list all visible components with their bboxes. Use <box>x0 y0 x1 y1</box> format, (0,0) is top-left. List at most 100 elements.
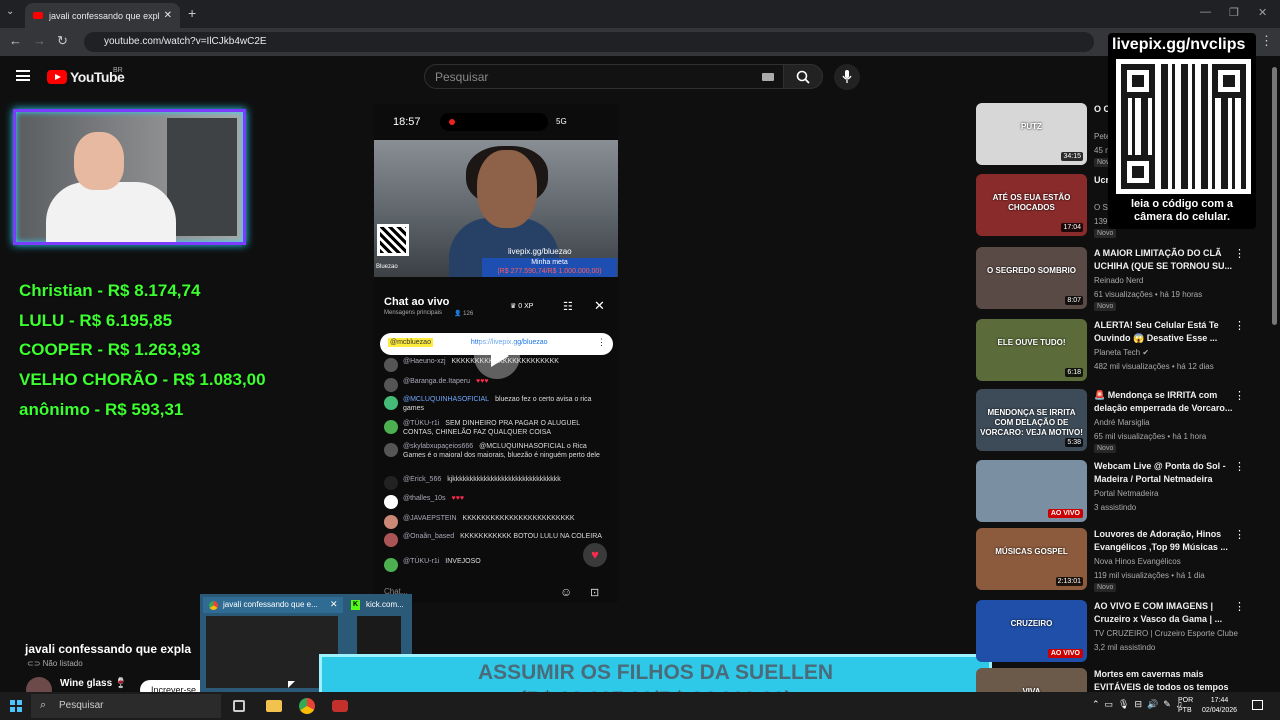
chrome-taskbar-icon[interactable] <box>299 698 315 714</box>
video-thumbnail[interactable]: ELE OUVE TUDO! 6:18 <box>976 319 1087 381</box>
live-badge: AO VIVO <box>1047 649 1083 658</box>
file-explorer-icon[interactable] <box>266 700 282 712</box>
goal-value: (R$ 277.590,74/R$ 1.000.000,00) <box>497 268 602 275</box>
more-actions-icon[interactable]: ⋮ <box>1234 528 1245 541</box>
page-scrollbar[interactable] <box>1272 67 1277 325</box>
microphone-icon <box>842 70 852 83</box>
search-button[interactable] <box>783 64 823 89</box>
recommendation-item[interactable]: ELE OUVE TUDO! 6:18 ALERTA! Seu Celular Es… <box>976 319 1271 383</box>
chat-title: Chat ao vivo <box>384 296 450 308</box>
video-thumbnail[interactable]: ATÉ OS EUA ESTÃO CHOCADOS 17:04 <box>976 174 1087 236</box>
video-title-link[interactable]: ALERTA! Seu Celular Está Te Ouvindo 😱 De… <box>1094 319 1239 345</box>
task-view-icon[interactable] <box>233 700 245 712</box>
search-icon <box>796 70 810 84</box>
clock-date: 02/04/2026 <box>1202 707 1238 714</box>
notification-icon[interactable] <box>1252 700 1263 710</box>
preview-window-kick[interactable]: Kkick.com... <box>346 597 409 613</box>
duration-badge: 2:13:01 <box>1055 577 1083 586</box>
pinned-user: @mcbluezao <box>388 338 433 347</box>
more-actions-icon[interactable]: ⋮ <box>1234 319 1245 332</box>
qr-caption: leia o código com a câmera do celular. <box>1130 198 1234 223</box>
windows-start-icon[interactable] <box>10 700 22 712</box>
taskbar-clock[interactable]: 17:44 02/04/2026 <box>1202 696 1237 716</box>
video-title-link[interactable]: A MAIOR LIMITAÇÃO DO CLÃ UCHIHA (QUE SE … <box>1094 247 1239 273</box>
new-badge: Novo <box>1094 444 1117 453</box>
duration-badge: 34:15 <box>1061 152 1083 161</box>
channel-name[interactable]: Wine glass 🍷 <box>60 678 127 689</box>
stream-goal-box: Minha meta (R$ 277.590,74/R$ 1.000.000,0… <box>482 258 617 277</box>
preview-title: javali confessando que e... <box>223 600 318 609</box>
new-tab-icon[interactable]: + <box>188 5 196 21</box>
channel-name: Planeta Tech ✔ <box>1094 348 1150 357</box>
donor-entry: anônimo - R$ 593,31 <box>19 399 184 419</box>
taskbar-search[interactable]: Pesquisar <box>31 694 221 718</box>
video-title-link[interactable]: 🚨 Mendonça se IRRITA com delação emperra… <box>1094 389 1239 415</box>
close-icon: ✕ <box>594 298 605 313</box>
more-actions-icon[interactable]: ⋮ <box>1234 389 1245 402</box>
video-title: javali confessando que expla <box>25 642 192 656</box>
chat-subtitle: Mensagens principais <box>384 310 443 316</box>
search-input[interactable]: Pesquisar <box>424 64 784 89</box>
recommendation-item[interactable]: CRUZEIRO AO VIVO AO VIVO E COM IMAGENS | C… <box>976 600 1271 664</box>
more-actions-icon[interactable]: ⋮ <box>1234 600 1245 613</box>
donor-entry: Christian - R$ 8.174,74 <box>19 281 201 300</box>
mouse-cursor-icon <box>288 681 295 688</box>
play-button[interactable] <box>474 333 520 379</box>
thumbnail-text: O SEGREDO SOMBRIO <box>987 265 1076 275</box>
video-thumbnail[interactable]: O SEGREDO SOMBRIO 8:07 <box>976 247 1087 309</box>
chrome-icon <box>209 601 218 610</box>
video-title-link[interactable]: Webcam Live @ Ponta do Sol - Madeira / P… <box>1094 460 1239 486</box>
preview-close-icon[interactable]: ✕ <box>330 599 338 610</box>
video-title-link[interactable]: Mortes em cavernas mais EVITÁVEIS de tod… <box>1094 668 1239 694</box>
recommendation-item[interactable]: MÚSICAS GOSPEL 2:13:01 Louvores de Adoraçã… <box>976 528 1271 592</box>
reload-icon[interactable]: ↻ <box>57 33 68 49</box>
channel-name: Portal Netmadeira <box>1094 489 1159 498</box>
video-title-link[interactable]: AO VIVO E COM IMAGENS | Cruzeiro x Vasco… <box>1094 600 1239 626</box>
url-bar[interactable]: youtube.com/watch?v=IlCJkb4wC2E <box>84 32 1094 52</box>
recommendation-item[interactable]: MENDONÇA SE IRRITA COM DELAÇÃO DE VORCAR… <box>976 389 1271 453</box>
forward-icon[interactable]: → <box>33 33 46 48</box>
recommendation-item[interactable]: O SEGREDO SOMBRIO 8:07 A MAIOR LIMITAÇÃO D… <box>976 247 1271 311</box>
chat-message: @TÚKU-r1i SEM DINHEIRO PRA PAGAR O ALUGUE… <box>384 420 610 437</box>
app-taskbar-icon[interactable] <box>332 700 348 712</box>
video-thumbnail[interactable]: MENDONÇA SE IRRITA COM DELAÇÃO DE VORCAR… <box>976 389 1087 451</box>
stream-livepix-link: livepix.gg/bluezao <box>508 247 572 256</box>
channel-name: TV CRUZEIRO | Cruzeiro Esporte Clube <box>1094 629 1238 638</box>
tab-close-icon[interactable]: ✕ <box>164 10 172 21</box>
close-window-icon[interactable]: ✕ <box>1258 6 1267 19</box>
minimize-icon[interactable]: — <box>1200 6 1211 18</box>
hamburger-menu-icon[interactable] <box>16 70 30 81</box>
tab-list-icon[interactable]: ⌄ <box>6 6 14 17</box>
keyboard-icon[interactable] <box>762 73 774 81</box>
video-thumbnail[interactable]: CRUZEIRO AO VIVO <box>976 600 1087 662</box>
video-metadata: 3 assistindo <box>1094 503 1137 512</box>
video-thumbnail[interactable]: MÚSICAS GOSPEL 2:13:01 <box>976 528 1087 590</box>
video-thumbnail[interactable]: PUTZ 34:15 <box>976 103 1087 165</box>
restore-icon[interactable]: ❐ <box>1229 6 1239 19</box>
thumbnail-text: CRUZEIRO <box>1010 618 1053 628</box>
more-actions-icon[interactable]: ⋮ <box>1234 247 1245 260</box>
phone-clock: 18:57 <box>393 116 421 128</box>
heart-icon: ♥ <box>583 543 607 567</box>
visibility-badge: ⊂⊃ Não listado <box>27 659 83 668</box>
gift-icon: ⊡ <box>590 587 600 599</box>
voice-search-button[interactable] <box>834 64 860 90</box>
video-title-link[interactable]: Louvores de Adoração, Hinos Evangélicos … <box>1094 528 1239 554</box>
input-language[interactable]: POR PTB <box>1178 696 1193 716</box>
system-tray-icons[interactable]: ⌃ ▭ 🎙 ⊟ 🔊 ✎ ♫ <box>1092 699 1183 710</box>
youtube-favicon-icon <box>33 12 43 19</box>
browser-tab[interactable]: javali confessando que expl ✕ <box>25 3 180 28</box>
phone-notch <box>440 113 548 131</box>
video-metadata: 61 visualizações • há 19 horas <box>1094 290 1203 299</box>
preview-window-chrome[interactable]: javali confessando que e... <box>203 597 343 613</box>
kick-icon: K <box>351 600 360 610</box>
filter-icon: ☷ <box>563 301 573 313</box>
donor-entry: VELHO CHORÃO - R$ 1.083,00 <box>19 370 266 390</box>
back-icon[interactable]: ← <box>9 33 22 48</box>
recommendation-item[interactable]: AO VIVO Webcam Live @ Ponta do Sol - Made… <box>976 460 1271 524</box>
video-thumbnail[interactable]: AO VIVO <box>976 460 1087 522</box>
more-actions-icon[interactable]: ⋮ <box>1234 460 1245 473</box>
browser-menu-icon[interactable]: ⋮ <box>1260 33 1273 49</box>
youtube-logo-icon[interactable] <box>47 70 67 84</box>
chat-message: @Baranga.de.Itaperu ♥♥♥ <box>384 378 610 392</box>
